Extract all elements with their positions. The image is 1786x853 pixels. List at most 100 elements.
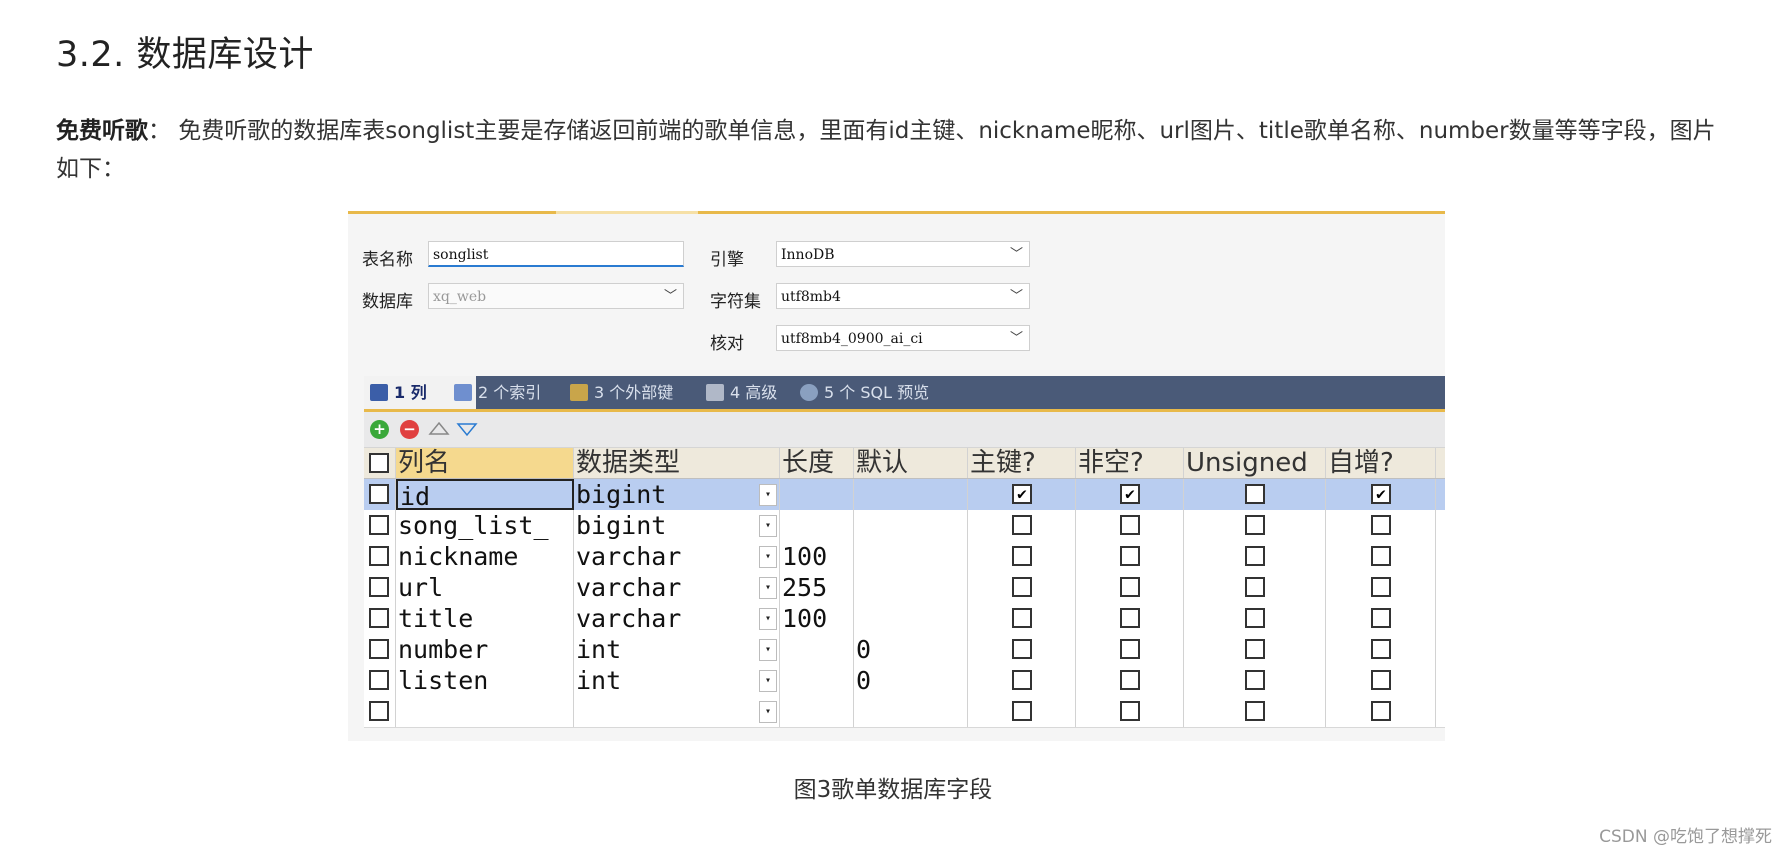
pk-cell[interactable] [968,603,1076,634]
autoinc-cell[interactable] [1326,603,1436,634]
charset-select[interactable]: utf8mb4 ﹀ [776,283,1030,309]
pk-checkbox[interactable] [1012,608,1032,628]
pk-cell[interactable] [968,572,1076,603]
database-select[interactable]: xq_web ﹀ [428,283,684,309]
row-select-checkbox[interactable] [369,701,389,721]
unsigned-checkbox[interactable] [1245,670,1265,690]
move-down-icon[interactable] [456,421,478,437]
unsigned-checkbox[interactable] [1245,515,1265,535]
header-type[interactable]: 数据类型 [574,448,780,478]
length-cell[interactable] [780,634,854,665]
row-select-checkbox[interactable] [369,484,389,504]
unsigned-checkbox[interactable] [1245,577,1265,597]
row-select-checkbox[interactable] [369,546,389,566]
select-all-checkbox[interactable] [369,453,389,473]
pk-checkbox[interactable] [1012,515,1032,535]
autoinc-cell[interactable] [1326,572,1436,603]
column-name-cell[interactable] [396,696,574,727]
notnull-cell[interactable]: ✔ [1076,479,1184,510]
notnull-checkbox[interactable] [1120,670,1140,690]
pk-checkbox[interactable] [1012,701,1032,721]
unsigned-cell[interactable] [1184,665,1326,696]
pk-cell[interactable] [968,665,1076,696]
default-cell[interactable] [854,603,968,634]
autoinc-cell[interactable]: ✔ [1326,479,1436,510]
type-dropdown-icon[interactable]: ▾ [759,577,777,599]
autoinc-checkbox[interactable] [1371,515,1391,535]
notnull-checkbox[interactable] [1120,515,1140,535]
default-cell[interactable] [854,541,968,572]
notnull-checkbox[interactable]: ✔ [1120,484,1140,504]
notnull-checkbox[interactable] [1120,577,1140,597]
autoinc-checkbox[interactable] [1371,608,1391,628]
unsigned-cell[interactable] [1184,541,1326,572]
header-default[interactable]: 默认 [854,448,968,478]
pk-cell[interactable] [968,634,1076,665]
unsigned-cell[interactable] [1184,479,1326,510]
unsigned-cell[interactable] [1184,696,1326,727]
unsigned-checkbox[interactable] [1245,484,1265,504]
column-name-cell[interactable]: title [396,603,574,634]
column-name-cell[interactable]: nickname [396,541,574,572]
type-dropdown-icon[interactable]: ▾ [759,608,777,630]
notnull-cell[interactable] [1076,572,1184,603]
table-row[interactable]: id bigint ▾ ✔ ✔ ✔ [364,479,1445,511]
pk-cell[interactable] [968,510,1076,541]
column-name-cell[interactable]: id [396,479,574,510]
length-cell[interactable]: 100 [780,541,854,572]
move-up-icon[interactable] [428,421,450,437]
add-field-button[interactable]: + [370,420,389,439]
pk-checkbox[interactable] [1012,639,1032,659]
table-row[interactable]: song_list_ bigint ▾ [364,510,1445,542]
column-name-cell[interactable]: url [396,572,574,603]
autoinc-cell[interactable] [1326,696,1436,727]
autoinc-checkbox[interactable] [1371,639,1391,659]
autoinc-cell[interactable] [1326,541,1436,572]
column-name-cell[interactable]: song_list_ [396,510,574,541]
table-row[interactable]: url varchar ▾ 255 [364,572,1445,604]
length-cell[interactable] [780,479,854,510]
length-cell[interactable] [780,510,854,541]
pk-cell[interactable] [968,696,1076,727]
autoinc-checkbox[interactable] [1371,546,1391,566]
autoinc-cell[interactable] [1326,510,1436,541]
table-row[interactable]: number int ▾ 0 [364,634,1445,666]
pk-checkbox[interactable]: ✔ [1012,484,1032,504]
header-auto-increment[interactable]: 自增? [1326,448,1436,478]
type-cell[interactable]: bigint ▾ [574,510,780,541]
type-cell[interactable]: varchar ▾ [574,572,780,603]
length-cell[interactable] [780,665,854,696]
header-primary-key[interactable]: 主键? [968,448,1076,478]
notnull-checkbox[interactable] [1120,701,1140,721]
type-dropdown-icon[interactable]: ▾ [759,515,777,537]
unsigned-checkbox[interactable] [1245,546,1265,566]
type-cell[interactable]: bigint ▾ [574,479,780,510]
table-row[interactable]: title varchar ▾ 100 [364,603,1445,635]
column-name-cell[interactable]: number [396,634,574,665]
type-dropdown-icon[interactable]: ▾ [759,484,777,506]
notnull-cell[interactable] [1076,510,1184,541]
pk-checkbox[interactable] [1012,670,1032,690]
default-cell[interactable] [854,510,968,541]
unsigned-cell[interactable] [1184,510,1326,541]
table-row[interactable]: listen int ▾ 0 [364,665,1445,697]
delete-field-button[interactable]: − [400,420,419,439]
length-cell[interactable]: 100 [780,603,854,634]
table-row[interactable]: nickname varchar ▾ 100 [364,541,1445,573]
autoinc-checkbox[interactable] [1371,577,1391,597]
default-cell[interactable]: 0 [854,634,968,665]
pk-checkbox[interactable] [1012,546,1032,566]
row-select-checkbox[interactable] [369,577,389,597]
type-cell[interactable]: varchar ▾ [574,541,780,572]
notnull-checkbox[interactable] [1120,546,1140,566]
length-cell[interactable] [780,696,854,727]
header-unsigned[interactable]: Unsigned [1184,448,1326,478]
length-cell[interactable]: 255 [780,572,854,603]
type-cell[interactable]: varchar ▾ [574,603,780,634]
default-cell[interactable] [854,696,968,727]
type-dropdown-icon[interactable]: ▾ [759,701,777,723]
row-select-checkbox[interactable] [369,608,389,628]
autoinc-cell[interactable] [1326,665,1436,696]
notnull-cell[interactable] [1076,541,1184,572]
column-name-cell[interactable]: listen [396,665,574,696]
